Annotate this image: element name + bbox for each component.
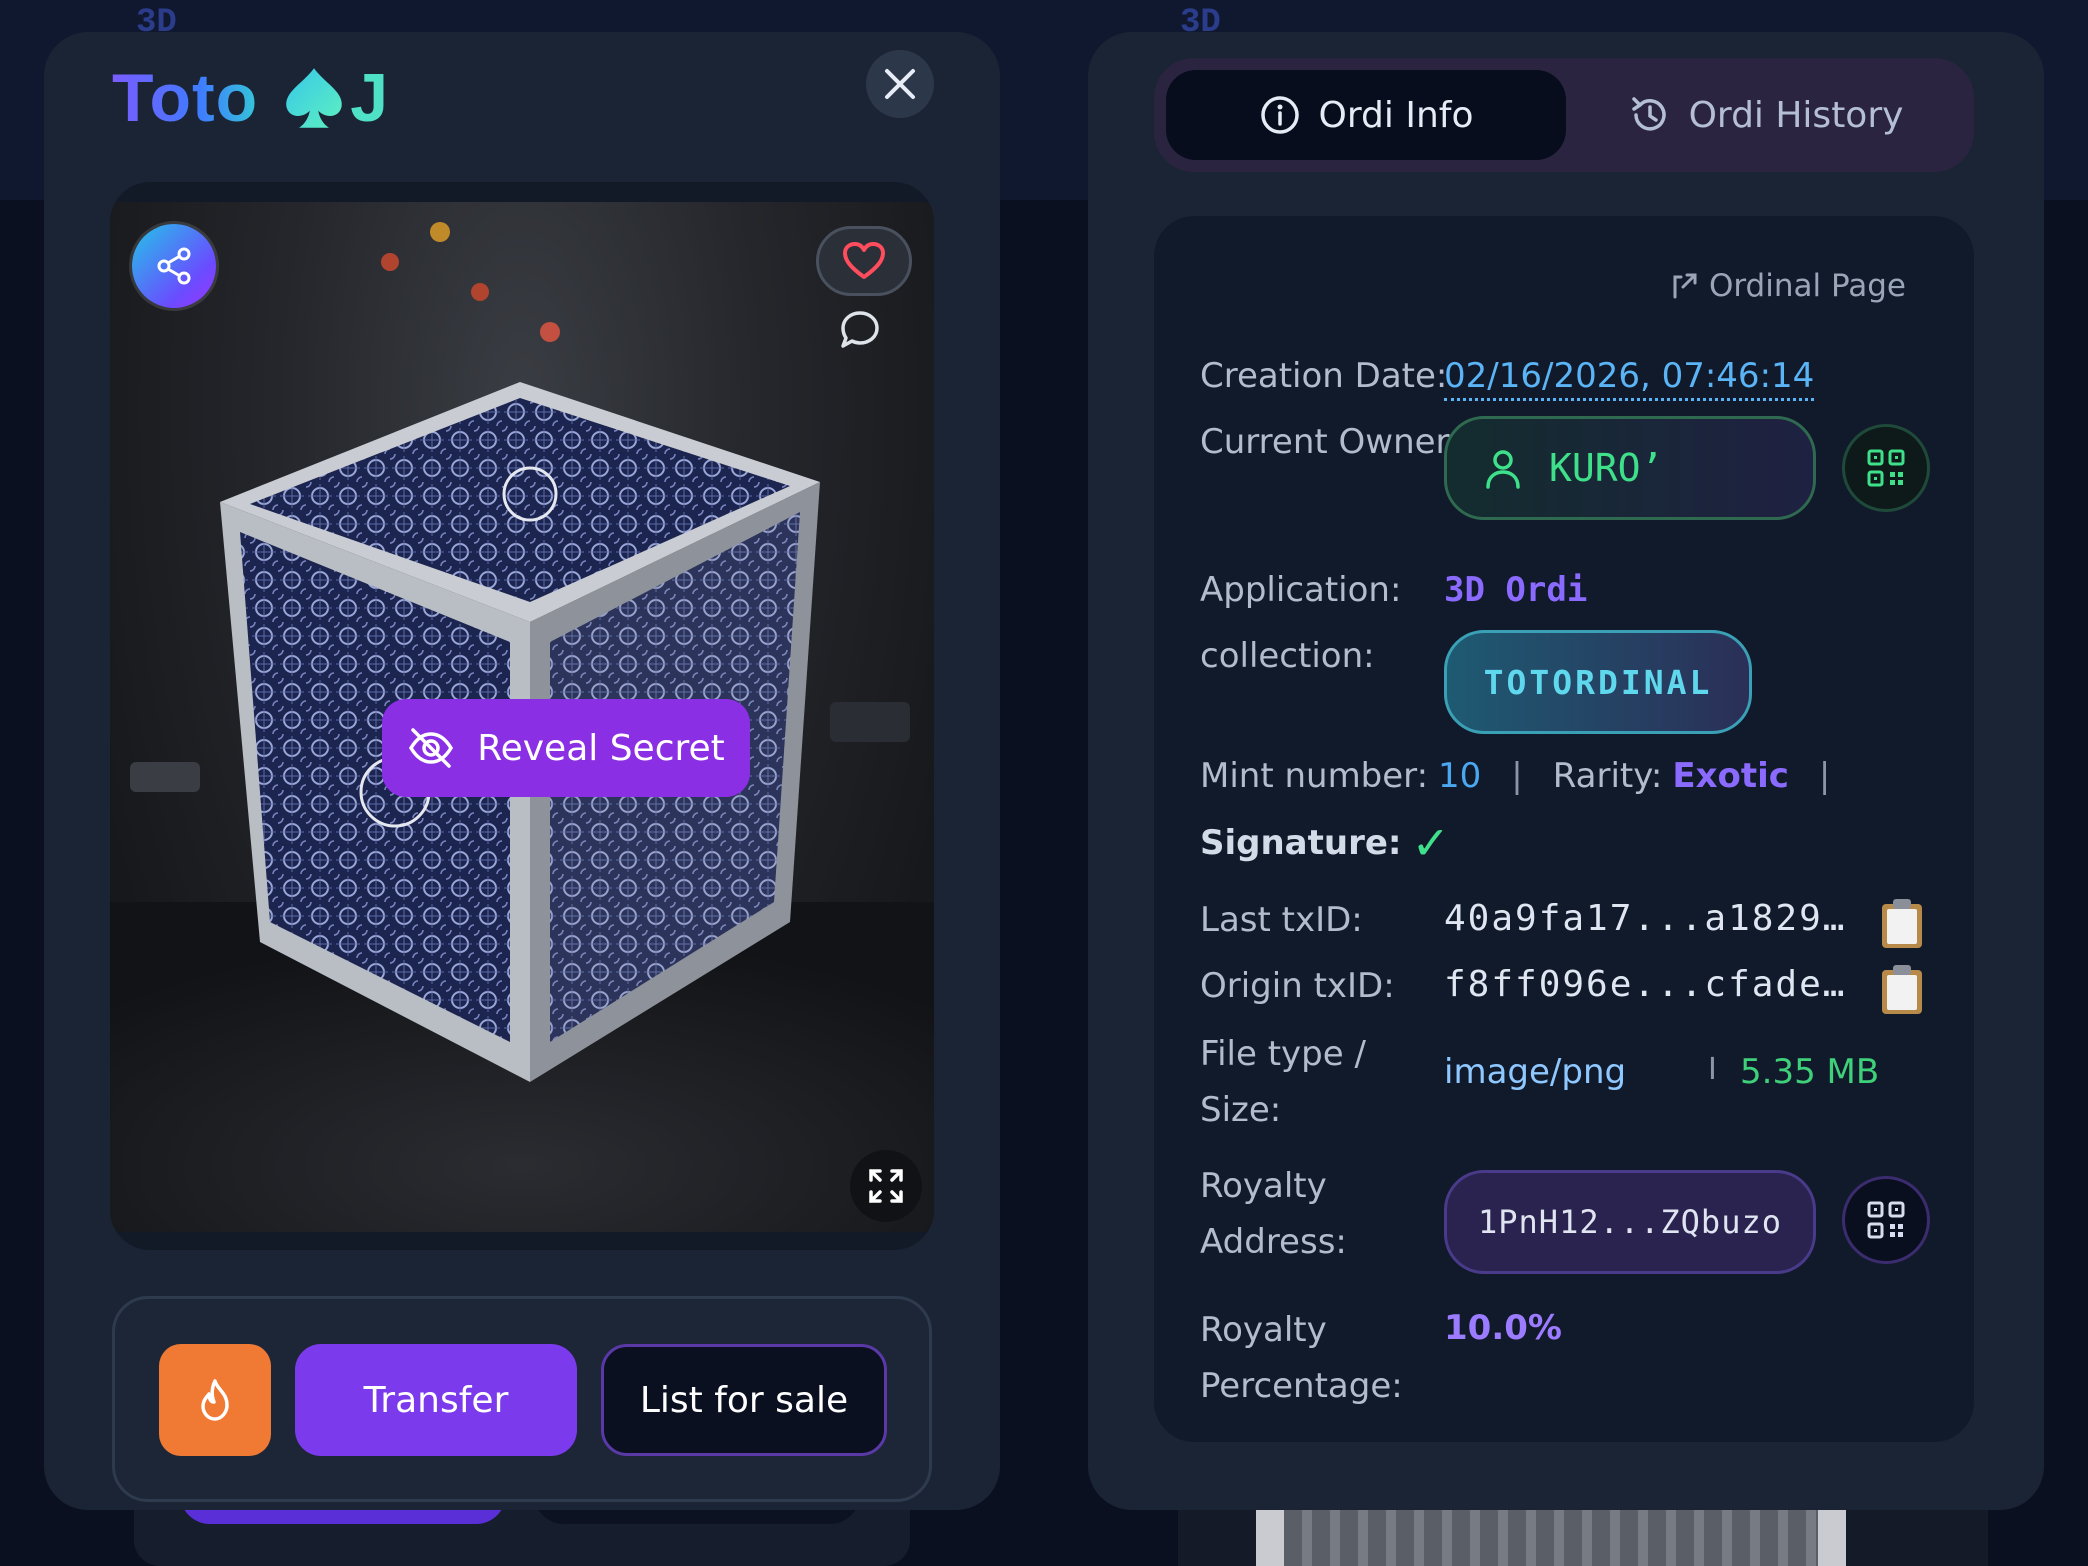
file-type-value: image/png [1444,1052,1627,1092]
origin-txid-value: f8ff096e...cfade… [1444,964,1847,1005]
close-icon [885,69,915,99]
collection-button[interactable]: TOTORDINAL [1444,630,1752,734]
last-txid-value: 40a9fa17...a1829… [1444,898,1847,939]
transfer-button[interactable]: Transfer [295,1344,577,1456]
application-value: 3D Ordi [1444,570,1588,610]
eye-off-icon [409,728,454,768]
creation-date-label: Creation Date: [1200,356,1448,396]
royalty-address-value[interactable]: 1PnH12...ZQbuzo [1444,1170,1816,1274]
logo-suffix: J [350,60,389,136]
history-icon [1631,97,1666,131]
ordinal-page-link[interactable]: Ordinal Page [1669,268,1906,304]
ordi-image-card: Reveal Secret [110,182,934,1250]
favorite-button[interactable] [816,226,912,296]
details-tabs: Ordi Info Ordi History [1154,58,1974,172]
comment-icon [841,311,879,348]
file-size-label: Size: [1200,1090,1282,1130]
copy-last-txid-icon[interactable] [1878,896,1926,950]
ordi-preview-panel: Toto J Reveal Secret Transfer List for s… [44,32,1000,1510]
close-button[interactable] [866,50,934,118]
separator: | [1818,756,1831,796]
reveal-secret-button[interactable]: Reveal Secret [382,699,750,797]
copy-origin-txid-icon[interactable] [1878,962,1926,1016]
collection-label: collection: [1200,636,1375,676]
ordi-info-card: Ordinal Page Creation Date: 02/16/2026, … [1154,216,1974,1442]
qr-code-icon [1867,1201,1905,1239]
share-icon [157,247,191,285]
comment-button[interactable] [832,302,888,358]
action-bar: Transfer List for sale [112,1296,932,1502]
external-link-icon [1673,273,1697,299]
qr-code-icon [1867,449,1905,487]
royalty-percentage-label-line2: Percentage: [1200,1366,1403,1406]
file-type-label: File type / [1200,1034,1366,1074]
tab-ordi-history[interactable]: Ordi History [1566,70,1966,160]
mint-rarity-row: Mint number: 10 | Rarity: Exotic | [1200,756,1860,796]
royalty-qr-button[interactable] [1842,1176,1930,1264]
ordi-details-panel: Ordi Info Ordi History Ordinal Page Crea… [1088,32,2044,1510]
tab-ordi-info[interactable]: Ordi Info [1166,70,1566,160]
owner-name: KURO’ [1549,446,1664,490]
file-size-value: 5.35 MB [1740,1052,1880,1092]
ordinal-page-label: Ordinal Page [1708,268,1906,304]
check-icon: ✓ [1411,816,1451,870]
signature-row: Signature: ✓ [1200,816,1450,870]
flame-icon [201,1379,229,1421]
separator: | [1511,756,1523,796]
rarity-label: Rarity: [1552,756,1663,796]
list-for-sale-button[interactable]: List for sale [601,1344,887,1456]
expand-icon [869,1169,903,1203]
royalty-percentage-label-line1: Royalty [1200,1310,1327,1350]
application-label: Application: [1200,570,1402,610]
tab-ordi-info-label: Ordi Info [1318,94,1474,136]
logo-text: Toto [112,60,259,136]
tab-ordi-history-label: Ordi History [1688,94,1904,136]
signature-label: Signature: [1200,823,1402,863]
share-button[interactable] [132,224,216,308]
royalty-percentage-value: 10.0% [1444,1308,1562,1348]
mint-number-label: Mint number: [1200,756,1429,796]
heart-icon [843,242,885,279]
file-separator: I [1708,1052,1717,1087]
current-owner-label: Current Owner: [1200,422,1461,462]
app-logo: Toto J [112,60,388,136]
ordi-image: Reveal Secret [110,202,934,1232]
origin-txid-label: Origin txID: [1200,966,1395,1006]
owner-qr-button[interactable] [1842,424,1930,512]
last-txid-label: Last txID: [1200,900,1363,940]
royalty-address-label-line2: Address: [1200,1222,1347,1262]
creation-date-value[interactable]: 02/16/2026, 07:46:14 [1444,356,1815,401]
mint-number-value: 10 [1438,756,1482,796]
reveal-secret-label: Reveal Secret [477,727,725,769]
royalty-address-label-line1: Royalty [1200,1166,1327,1206]
spade-icon [286,68,343,128]
rarity-value: Exotic [1672,756,1789,796]
info-icon [1260,96,1299,134]
owner-button[interactable]: KURO’ [1444,416,1816,520]
burn-button[interactable] [159,1344,271,1456]
user-icon [1486,450,1520,489]
fullscreen-button[interactable] [850,1150,922,1222]
